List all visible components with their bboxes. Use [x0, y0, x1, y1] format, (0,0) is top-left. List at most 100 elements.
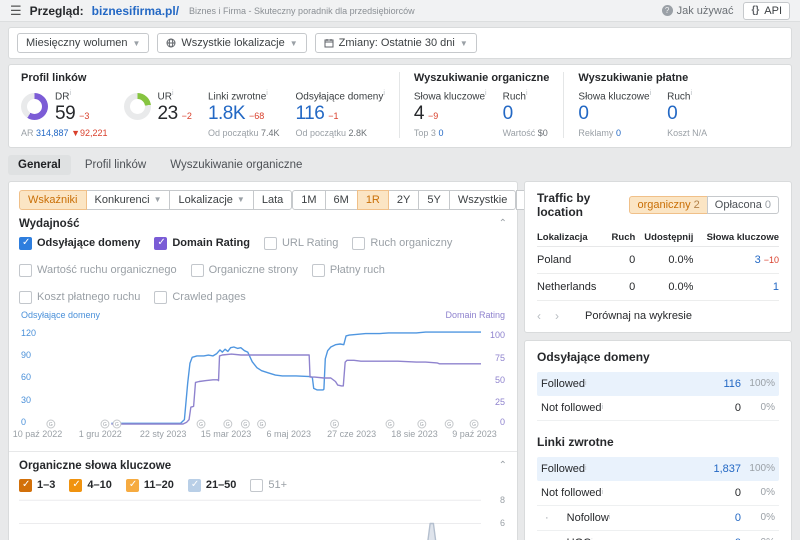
svg-text:G: G — [472, 422, 476, 428]
performance-chart[interactable]: GGGGGGGGGGGG 120 90 60 30 0 100 75 50 25… — [19, 324, 507, 424]
checkbox-pos-21-50[interactable]: 21–50 — [188, 479, 237, 492]
left-axis-label: Odsyłające domeny — [21, 310, 100, 320]
range-all[interactable]: Wszystkie — [449, 190, 517, 210]
traffic-by-location-panel: Traffic by location organiczny2 Opłacona… — [524, 181, 792, 333]
competitors-dropdown[interactable]: Konkurenci▼ — [86, 190, 171, 210]
svg-text:G: G — [260, 422, 264, 428]
metrics-button[interactable]: Wskaźniki — [19, 190, 87, 210]
checkbox-refdomains[interactable]: Odsyłające domeny — [19, 237, 140, 250]
info-icon: i — [69, 90, 71, 97]
keywords-chart[interactable]: GGGGGGGGGGGG 8 6 4 2 0 — [19, 498, 507, 540]
checkbox-crawled-pages[interactable]: Crawled pages — [154, 291, 245, 304]
info-icon: i — [585, 380, 587, 387]
tab-organic-search[interactable]: Wyszukiwanie organiczne — [160, 155, 312, 175]
checkbox-pos-1-3[interactable]: 1–3 — [19, 479, 55, 492]
ur-value: 23 — [158, 103, 178, 125]
svg-text:G: G — [243, 422, 247, 428]
backlinks-value[interactable]: 1.8K — [208, 103, 245, 125]
checkbox-icon — [188, 479, 201, 492]
filter-bar: Miesięczny wolumen▼ Wszystkie lokalizacj… — [8, 27, 792, 59]
how-to-use-link[interactable]: ?Jak używać — [662, 5, 734, 17]
top-bar: ☰ Przegląd: biznesifirma.pl/ Biznes i Fi… — [0, 0, 800, 22]
paid-search-group: Wyszukiwanie płatne Słowa kluczowei 0 Re… — [563, 72, 721, 138]
paid-toggle[interactable]: Opłacona0 — [707, 196, 779, 214]
ar-metric: AR 314,887 ▼92,221 — [21, 128, 108, 138]
next-page-icon[interactable]: › — [555, 309, 559, 323]
menu-icon[interactable]: ☰ — [10, 3, 22, 19]
paid-traffic-metric: Ruchi 0 Koszt N/A — [667, 90, 707, 138]
list-item[interactable]: Not followedi00% — [537, 396, 779, 421]
list-item[interactable]: Not followedi00% — [537, 481, 779, 506]
checkbox-domain-rating[interactable]: Domain Rating — [154, 237, 250, 250]
chevron-down-icon: ▼ — [290, 39, 298, 48]
locations-dropdown[interactable]: Wszystkie lokalizacje▼ — [157, 33, 306, 53]
x-axis-labels: 10 paź 20221 gru 2022 22 sty 202315 mar … — [19, 429, 481, 443]
range-2y[interactable]: 2Y — [388, 190, 419, 210]
calendar-icon — [324, 38, 334, 48]
backlinks-metric: Linki zwrotnei 1.8K−68 Od początku 7.4K — [208, 90, 280, 138]
info-icon: i — [602, 489, 604, 496]
list-item[interactable]: Followedi116100% — [537, 372, 779, 396]
checkbox-icon — [250, 479, 263, 492]
info-icon: i — [690, 90, 692, 97]
compare-on-chart-link[interactable]: Porównaj na wykresie — [585, 310, 692, 322]
location-table: Lokalizacja Ruch Udostępnij Słowa kluczo… — [537, 229, 779, 301]
checkbox-icon — [19, 291, 32, 304]
checkbox-icon — [19, 264, 32, 277]
list-item[interactable]: ·UGCi00% — [537, 531, 779, 540]
info-icon: i — [485, 90, 487, 97]
checkbox-paid-cost[interactable]: Koszt płatnego ruchu — [19, 291, 140, 304]
info-icon: i — [585, 465, 587, 472]
charts-panel: Wskaźniki Konkurenci▼ Lokalizacje▼ Lata … — [8, 181, 518, 540]
years-button[interactable]: Lata — [253, 190, 292, 210]
keywords-section-header: Organiczne słowa kluczowe ⌃ — [19, 460, 507, 472]
ur-change: −2 — [182, 111, 192, 121]
checkbox-organic-traffic[interactable]: Ruch organiczny — [352, 237, 452, 250]
organic-toggle[interactable]: organiczny2 — [629, 196, 707, 214]
prev-page-icon[interactable]: ‹ — [537, 309, 541, 323]
checkbox-organic-pages[interactable]: Organiczne strony — [191, 264, 298, 277]
chevron-down-icon: ▼ — [154, 195, 162, 204]
list-item[interactable]: ·Nofollowi00% — [537, 506, 779, 531]
keywords-checkboxes: 1–3 4–10 11–20 21–50 51+ — [19, 479, 507, 492]
svg-text:G: G — [333, 422, 337, 428]
collapse-icon[interactable]: ⌃ — [499, 460, 507, 471]
svg-text:G: G — [103, 422, 107, 428]
checkbox-pos-4-10[interactable]: 4–10 — [69, 479, 111, 492]
range-6m[interactable]: 6M — [325, 190, 358, 210]
refdomains-value[interactable]: 116 — [296, 103, 325, 125]
changes-dropdown[interactable]: Zmiany: Ostatnie 30 dni▼ — [315, 33, 477, 53]
tab-link-profile[interactable]: Profil linków — [75, 155, 156, 175]
checkbox-url-rating[interactable]: URL Rating — [264, 237, 338, 250]
panel-title: Traffic by location — [537, 191, 629, 219]
domain-link[interactable]: biznesifirma.pl/ — [92, 4, 179, 18]
page-title: Przegląd: — [30, 4, 84, 18]
table-row[interactable]: Netherlands 0 0.0% 1 — [537, 273, 779, 300]
checkbox-traffic-value[interactable]: Wartość ruchu organicznego — [19, 264, 177, 277]
checkbox-pos-11-20[interactable]: 11–20 — [126, 479, 174, 492]
braces-icon: {} — [751, 5, 759, 16]
chevron-down-icon: ▼ — [132, 39, 140, 48]
info-icon: i — [602, 404, 604, 411]
metrics-panel: Profil linków DRi 59−3 AR 314,887 ▼92,22… — [8, 64, 792, 148]
tab-general[interactable]: General — [8, 155, 71, 175]
locations-dropdown2[interactable]: Lokalizacje▼ — [169, 190, 253, 210]
api-button[interactable]: {}API — [743, 2, 790, 20]
bullet-icon: · — [545, 512, 549, 524]
checkbox-pos-51plus[interactable]: 51+ — [250, 479, 287, 492]
checkbox-icon — [69, 479, 82, 492]
collapse-icon[interactable]: ⌃ — [499, 218, 507, 229]
range-5y[interactable]: 5Y — [418, 190, 449, 210]
range-1m[interactable]: 1M — [292, 190, 325, 210]
link-profile-group: Profil linków DRi 59−3 AR 314,887 ▼92,22… — [21, 72, 399, 138]
info-icon: i — [526, 90, 528, 97]
checkbox-paid-traffic[interactable]: Płatny ruch — [312, 264, 385, 277]
table-row[interactable]: Poland 0 0.0% 3−10 — [537, 246, 779, 273]
volume-dropdown[interactable]: Miesięczny wolumen▼ — [17, 33, 149, 53]
range-1y[interactable]: 1R — [357, 190, 389, 210]
group-title: Profil linków — [21, 72, 385, 84]
list-item[interactable]: Followedi1,837100% — [537, 457, 779, 481]
checkbox-icon — [126, 479, 139, 492]
svg-text:G: G — [388, 422, 392, 428]
dr-value: 59 — [55, 103, 75, 125]
